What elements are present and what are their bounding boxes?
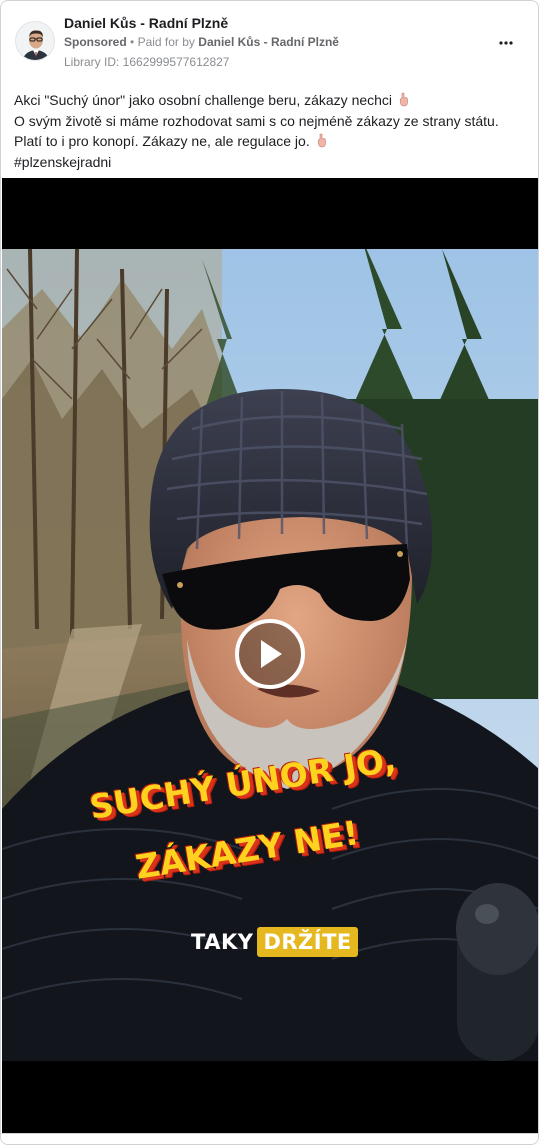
hashtag-link[interactable]: #plzenskejradni [14,152,526,173]
more-horizontal-icon [499,41,513,45]
ad-header: Daniel Kůs - Radní Plzně Sponsored • Pai… [13,13,526,73]
sponsored-line: Sponsored • Paid for by Daniel Kůs - Rad… [64,35,339,49]
body-line-1: Akci "Suchý únor" jako osobní challenge … [14,90,526,111]
overlay-tag-right: DRŽÍTE [257,927,358,957]
play-button[interactable] [235,619,305,689]
avatar[interactable] [15,21,55,61]
body-line-3-text: Platí to i pro konopí. Zákazy ne, ale re… [14,133,310,149]
paid-for-prefix: Paid for by [137,35,195,49]
play-icon [261,640,282,668]
overlay-tag-left: TAKY [191,930,254,954]
hand-emoji-icon [317,133,326,148]
body-line-2: O svým životě si máme rozhodovat sami s … [14,112,499,129]
overlay-tag: TAKY DRŽÍTE [191,925,358,959]
body-line-3: Platí to i pro konopí. Zákazy ne, ale re… [14,131,526,152]
ad-card: Daniel Kůs - Radní Plzně Sponsored • Pai… [0,0,539,1145]
meta-separator: • [130,35,138,49]
sponsored-label: Sponsored [64,35,127,49]
body-line-1-text: Akci "Suchý únor" jako osobní challenge … [14,92,393,108]
ad-body-text: Akci "Suchý únor" jako osobní challenge … [14,90,526,172]
page-name[interactable]: Daniel Kůs - Radní Plzně [64,15,228,31]
hand-emoji-icon [399,92,408,107]
video-player[interactable]: SUCHÝ ÚNOR JO, ZÁKAZY NE! TAKY DRŽÍTE [2,178,538,1133]
library-id: Library ID: 1662999577612827 [64,55,230,69]
more-options-button[interactable] [496,33,516,53]
card-footer-divider [1,1133,538,1144]
paid-for-name[interactable]: Daniel Kůs - Radní Plzně [198,35,339,49]
avatar-image [16,22,54,60]
